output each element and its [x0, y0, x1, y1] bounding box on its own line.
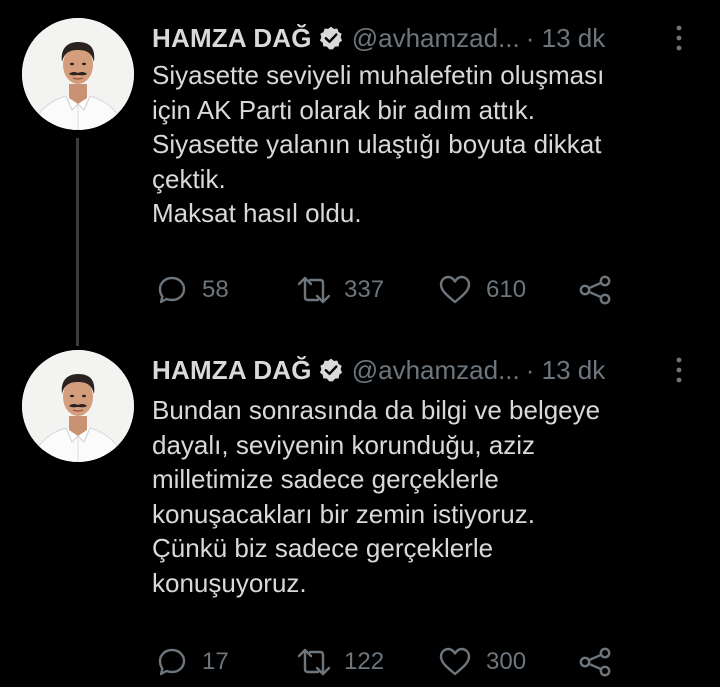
- timestamp[interactable]: · 13 dk: [526, 23, 606, 54]
- like-button[interactable]: 610: [438, 274, 526, 306]
- avatar[interactable]: [22, 350, 134, 462]
- reply-count: 58: [202, 276, 229, 303]
- reply-count: 17: [202, 648, 229, 675]
- author-name[interactable]: HAMZA DAĞ: [152, 355, 312, 386]
- tweet-actions: 17 122 300: [156, 646, 636, 678]
- tweet-text-line: çektik.: [152, 163, 226, 194]
- tweet-text-line: Siyasette seviyeli muhalefetin oluşması: [152, 60, 605, 90]
- reply-button[interactable]: 58: [156, 274, 229, 306]
- tweet-text-line: milletimize sadece gerçeklerle: [152, 464, 499, 494]
- verified-icon: [318, 357, 344, 383]
- tweet-text-line: Bundan sonrasında da bilgi ve belgeye: [152, 395, 601, 425]
- tweet-text: Siyasette seviyeli muhalefetin oluşması …: [152, 58, 690, 231]
- avatar[interactable]: [22, 18, 134, 130]
- like-button[interactable]: 300: [438, 646, 526, 678]
- tweet-text-line: için AK Parti olarak bir adım attık.: [152, 94, 535, 125]
- share-icon: [578, 274, 612, 306]
- retweet-icon: [296, 274, 332, 306]
- retweet-icon: [296, 646, 332, 678]
- tweet-text-line: Maksat hasıl oldu.: [152, 198, 362, 228]
- more-icon[interactable]: [672, 23, 686, 53]
- tweet-text: Bundan sonrasında da bilgi ve belgeye da…: [152, 393, 690, 600]
- tweet[interactable]: HAMZA DAĞ @avhamzad... · 13 dk Bundan so…: [0, 340, 720, 687]
- share-icon: [578, 646, 612, 678]
- reply-icon: [156, 274, 188, 306]
- retweet-button[interactable]: 122: [296, 646, 384, 678]
- reply-button[interactable]: 17: [156, 646, 229, 678]
- tweet-header: HAMZA DAĞ @avhamzad... · 13 dk: [152, 20, 672, 56]
- tweet-header: HAMZA DAĞ @avhamzad... · 13 dk: [152, 352, 672, 388]
- tweet-text-line: Siyasette yalanın ulaştığı boyuta dikkat: [152, 129, 602, 159]
- like-icon: [438, 274, 472, 306]
- reply-icon: [156, 646, 188, 678]
- author-handle[interactable]: @avhamzad...: [352, 355, 520, 386]
- like-count: 300: [486, 648, 527, 675]
- share-button[interactable]: [578, 646, 612, 678]
- author-name[interactable]: HAMZA DAĞ: [152, 23, 312, 54]
- tweet-text-line: konuşuyoruz.: [152, 567, 307, 598]
- verified-icon: [318, 25, 344, 51]
- tweet-text-line: konuşacakları bir zemin istiyoruz.: [152, 498, 535, 529]
- like-icon: [438, 646, 472, 678]
- tweet-text-line: dayalı, seviyenin korunduğu, aziz: [152, 429, 536, 460]
- retweet-count: 337: [344, 276, 385, 303]
- timestamp[interactable]: · 13 dk: [526, 355, 606, 386]
- more-icon[interactable]: [672, 355, 686, 385]
- share-button[interactable]: [578, 274, 612, 306]
- tweet[interactable]: HAMZA DAĞ @avhamzad... · 13 dk Siyasette…: [0, 0, 720, 330]
- author-handle[interactable]: @avhamzad...: [352, 23, 520, 54]
- retweet-button[interactable]: 337: [296, 274, 384, 306]
- like-count: 610: [486, 276, 527, 303]
- tweet-text-line: Çünkü biz sadece gerçeklerle: [152, 533, 494, 563]
- retweet-count: 122: [344, 648, 385, 675]
- tweet-actions: 58 337 610: [156, 274, 636, 306]
